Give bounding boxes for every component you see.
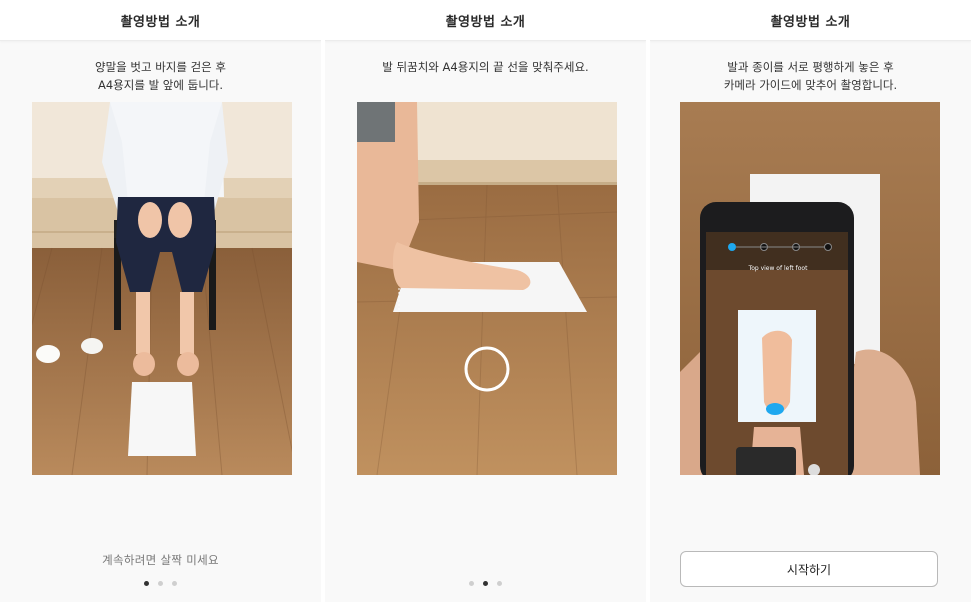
page-indicator — [325, 581, 646, 586]
tutorial-photo-seated-person — [32, 102, 292, 475]
instruction-text: 양말을 벗고 바지를 걷은 후 A4용지를 발 앞에 둡니다. — [0, 58, 321, 94]
instruction-line-2: 카메라 가이드에 맞추어 촬영합니다. — [723, 78, 898, 92]
tutorial-photo-phone-capture: Top view of left foot — [680, 102, 940, 475]
instruction-text: 발과 종이를 서로 평행하게 놓은 후 카메라 가이드에 맞추어 촬영합니다. — [650, 58, 971, 94]
instruction-line-1: 발 뒤꿈치와 A4용지의 끝 선을 맞춰주세요. — [382, 60, 589, 74]
page-title: 촬영방법 소개 — [325, 0, 646, 41]
instruction-line-2: A4용지를 발 앞에 둡니다. — [97, 78, 224, 92]
page-title: 촬영방법 소개 — [650, 0, 971, 41]
onboarding-screens: 촬영방법 소개 양말을 벗고 바지를 걷은 후 A4용지를 발 앞에 둡니다. — [0, 0, 971, 602]
page-dot-3 — [172, 581, 177, 586]
page-dot-1 — [469, 581, 474, 586]
swipe-hint: 계속하려면 살짝 미세요 — [102, 553, 219, 567]
page-dot-2 — [483, 581, 488, 586]
page-dot-2 — [158, 581, 163, 586]
tutorial-panel-1[interactable]: 촬영방법 소개 양말을 벗고 바지를 걷은 후 A4용지를 발 앞에 둡니다. — [0, 0, 321, 602]
tutorial-photo-heel-on-paper — [357, 102, 617, 475]
instruction-line-1: 양말을 벗고 바지를 걷은 후 — [94, 60, 226, 74]
tutorial-panel-2[interactable]: 촬영방법 소개 발 뒤꿈치와 A4용지의 끝 선을 맞춰주세요. — [325, 0, 646, 602]
page-dot-1 — [144, 581, 149, 586]
instruction-text: 발 뒤꿈치와 A4용지의 끝 선을 맞춰주세요. — [325, 58, 646, 76]
start-button[interactable]: 시작하기 — [680, 551, 938, 587]
page-indicator — [0, 581, 321, 586]
page-title: 촬영방법 소개 — [0, 0, 321, 41]
tutorial-panel-3[interactable]: 촬영방법 소개 발과 종이를 서로 평행하게 놓은 후 카메라 가이드에 맞추어… — [650, 0, 971, 602]
phone-screen-label: Top view of left foot — [748, 265, 809, 272]
progress-steps — [728, 243, 736, 251]
instruction-line-1: 발과 종이를 서로 평행하게 놓은 후 — [727, 60, 894, 74]
page-dot-3 — [497, 581, 502, 586]
